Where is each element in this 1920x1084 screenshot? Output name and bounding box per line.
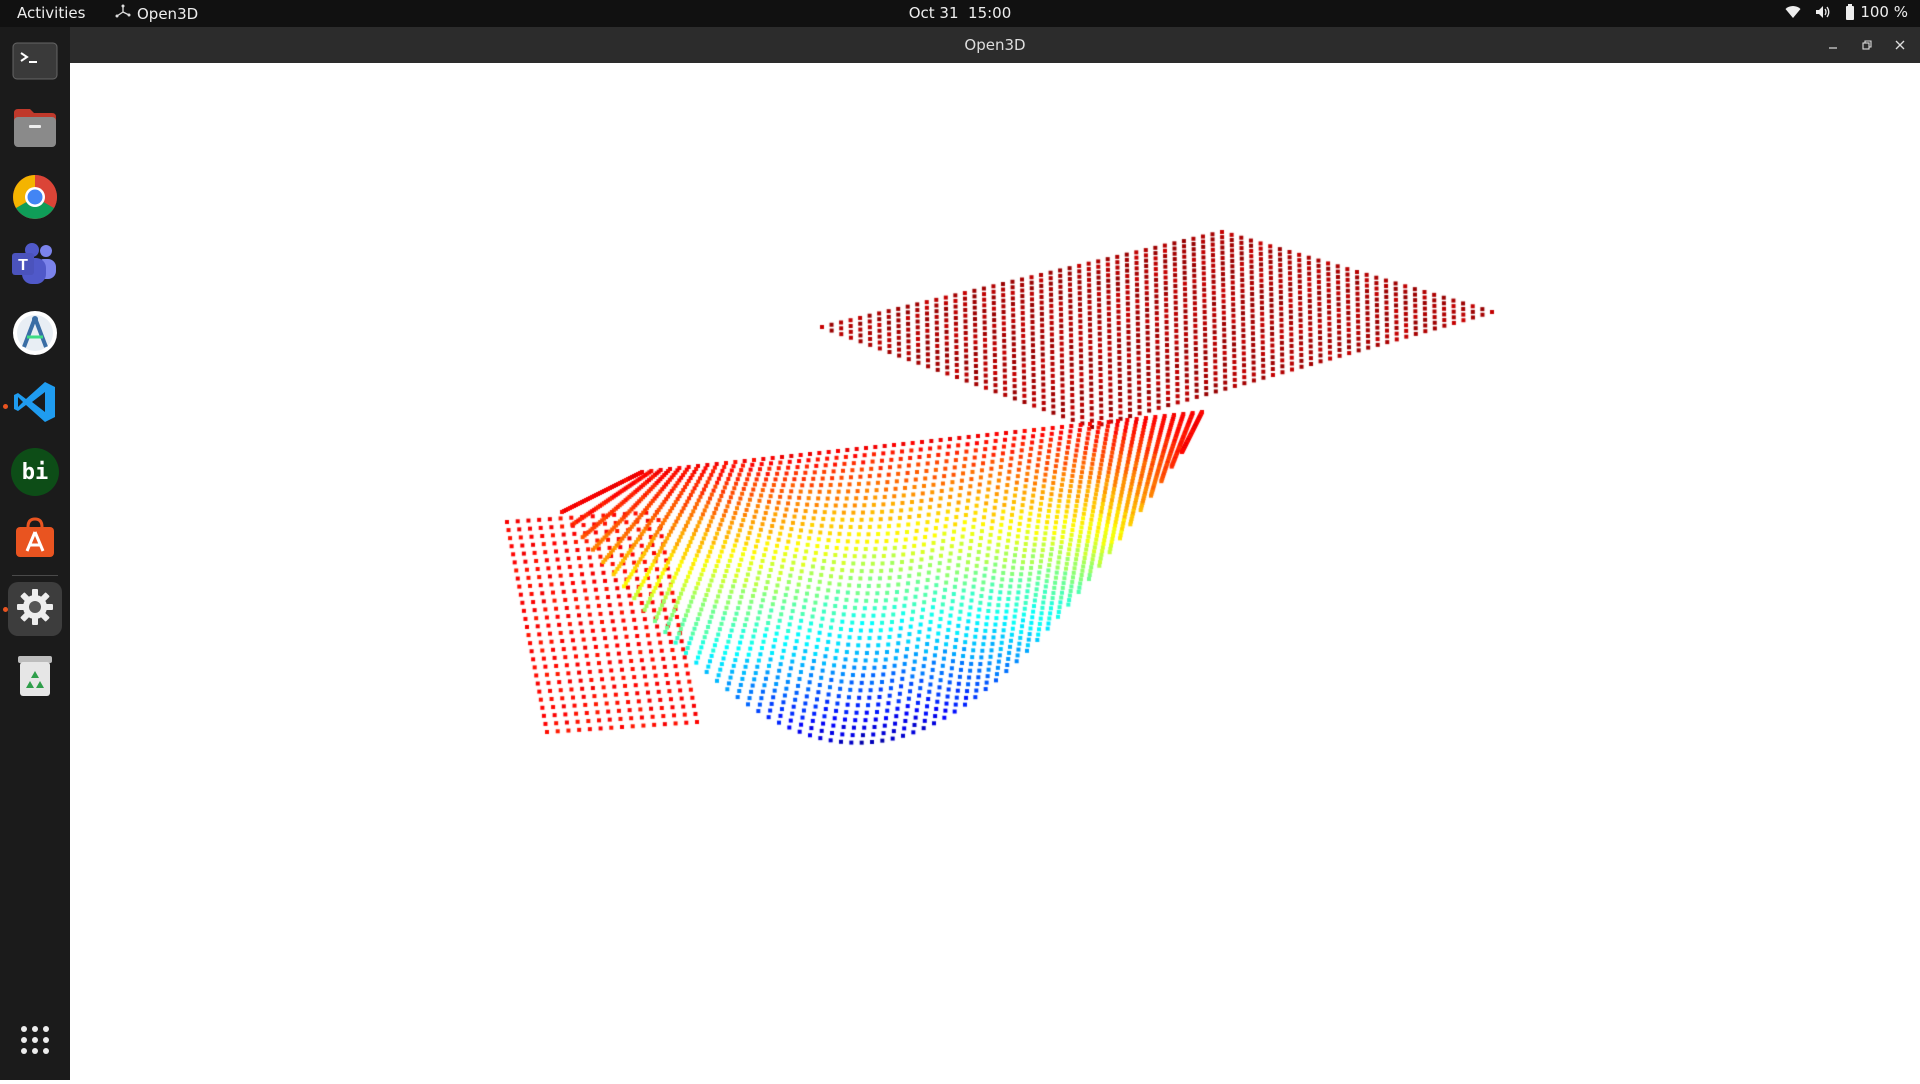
close-button[interactable] <box>1891 36 1909 54</box>
vscode-icon <box>12 379 58 429</box>
clock[interactable]: Oct 31 15:00 <box>0 4 1920 22</box>
dock-item-teams[interactable]: T <box>8 240 62 294</box>
wifi-icon <box>1785 5 1801 19</box>
dock-item-bi[interactable]: bi <box>8 445 62 499</box>
3d-viewport[interactable] <box>70 63 1920 1080</box>
chrome-icon <box>11 173 59 225</box>
dock-item-vscode[interactable] <box>8 377 62 431</box>
dock-item-files[interactable] <box>8 103 62 157</box>
point-cloud-canvas[interactable] <box>70 63 1920 1080</box>
android-studio-icon <box>11 309 59 361</box>
settings-running-indicator <box>3 607 8 612</box>
open3d-window: Open3D <box>70 27 1920 1080</box>
svg-text:T: T <box>18 257 28 274</box>
restore-icon <box>1862 36 1872 54</box>
dock-item-settings[interactable] <box>8 582 62 636</box>
grid-icon <box>19 1024 51 1060</box>
dock-item-android-studio[interactable] <box>8 308 62 362</box>
battery-indicator: 100 % <box>1845 3 1908 21</box>
show-apps-button[interactable] <box>8 1015 62 1069</box>
dock-item-trash[interactable] <box>8 651 62 705</box>
teams-icon: T <box>10 241 60 293</box>
dock: T bi <box>0 27 70 1080</box>
dock-separator <box>12 575 58 576</box>
gear-icon <box>15 587 55 631</box>
bi-icon-label: bi <box>21 459 49 485</box>
battery-icon <box>1845 4 1855 20</box>
window-titlebar[interactable]: Open3D <box>70 27 1920 63</box>
system-tray[interactable]: 100 % <box>1785 3 1908 21</box>
vscode-running-indicator <box>3 404 8 409</box>
folder-icon <box>12 107 58 153</box>
window-title: Open3D <box>964 36 1026 54</box>
dock-item-chrome[interactable] <box>8 172 62 226</box>
dock-item-terminal[interactable] <box>8 36 62 90</box>
close-icon <box>1895 36 1905 54</box>
clock-label: Oct 31 15:00 <box>908 4 1012 22</box>
battery-label: 100 % <box>1860 3 1908 21</box>
dock-item-app-center[interactable] <box>8 513 62 567</box>
trash-icon <box>15 653 55 703</box>
terminal-icon <box>12 41 58 85</box>
restore-button[interactable] <box>1858 36 1876 54</box>
minimize-button[interactable] <box>1824 36 1842 54</box>
shopping-bag-icon <box>12 515 58 565</box>
bi-icon: bi <box>11 448 59 496</box>
minimize-icon <box>1828 36 1838 54</box>
top-bar: Activities Open3D Oct 31 15:00 100 % <box>0 0 1920 27</box>
volume-icon <box>1815 5 1831 19</box>
